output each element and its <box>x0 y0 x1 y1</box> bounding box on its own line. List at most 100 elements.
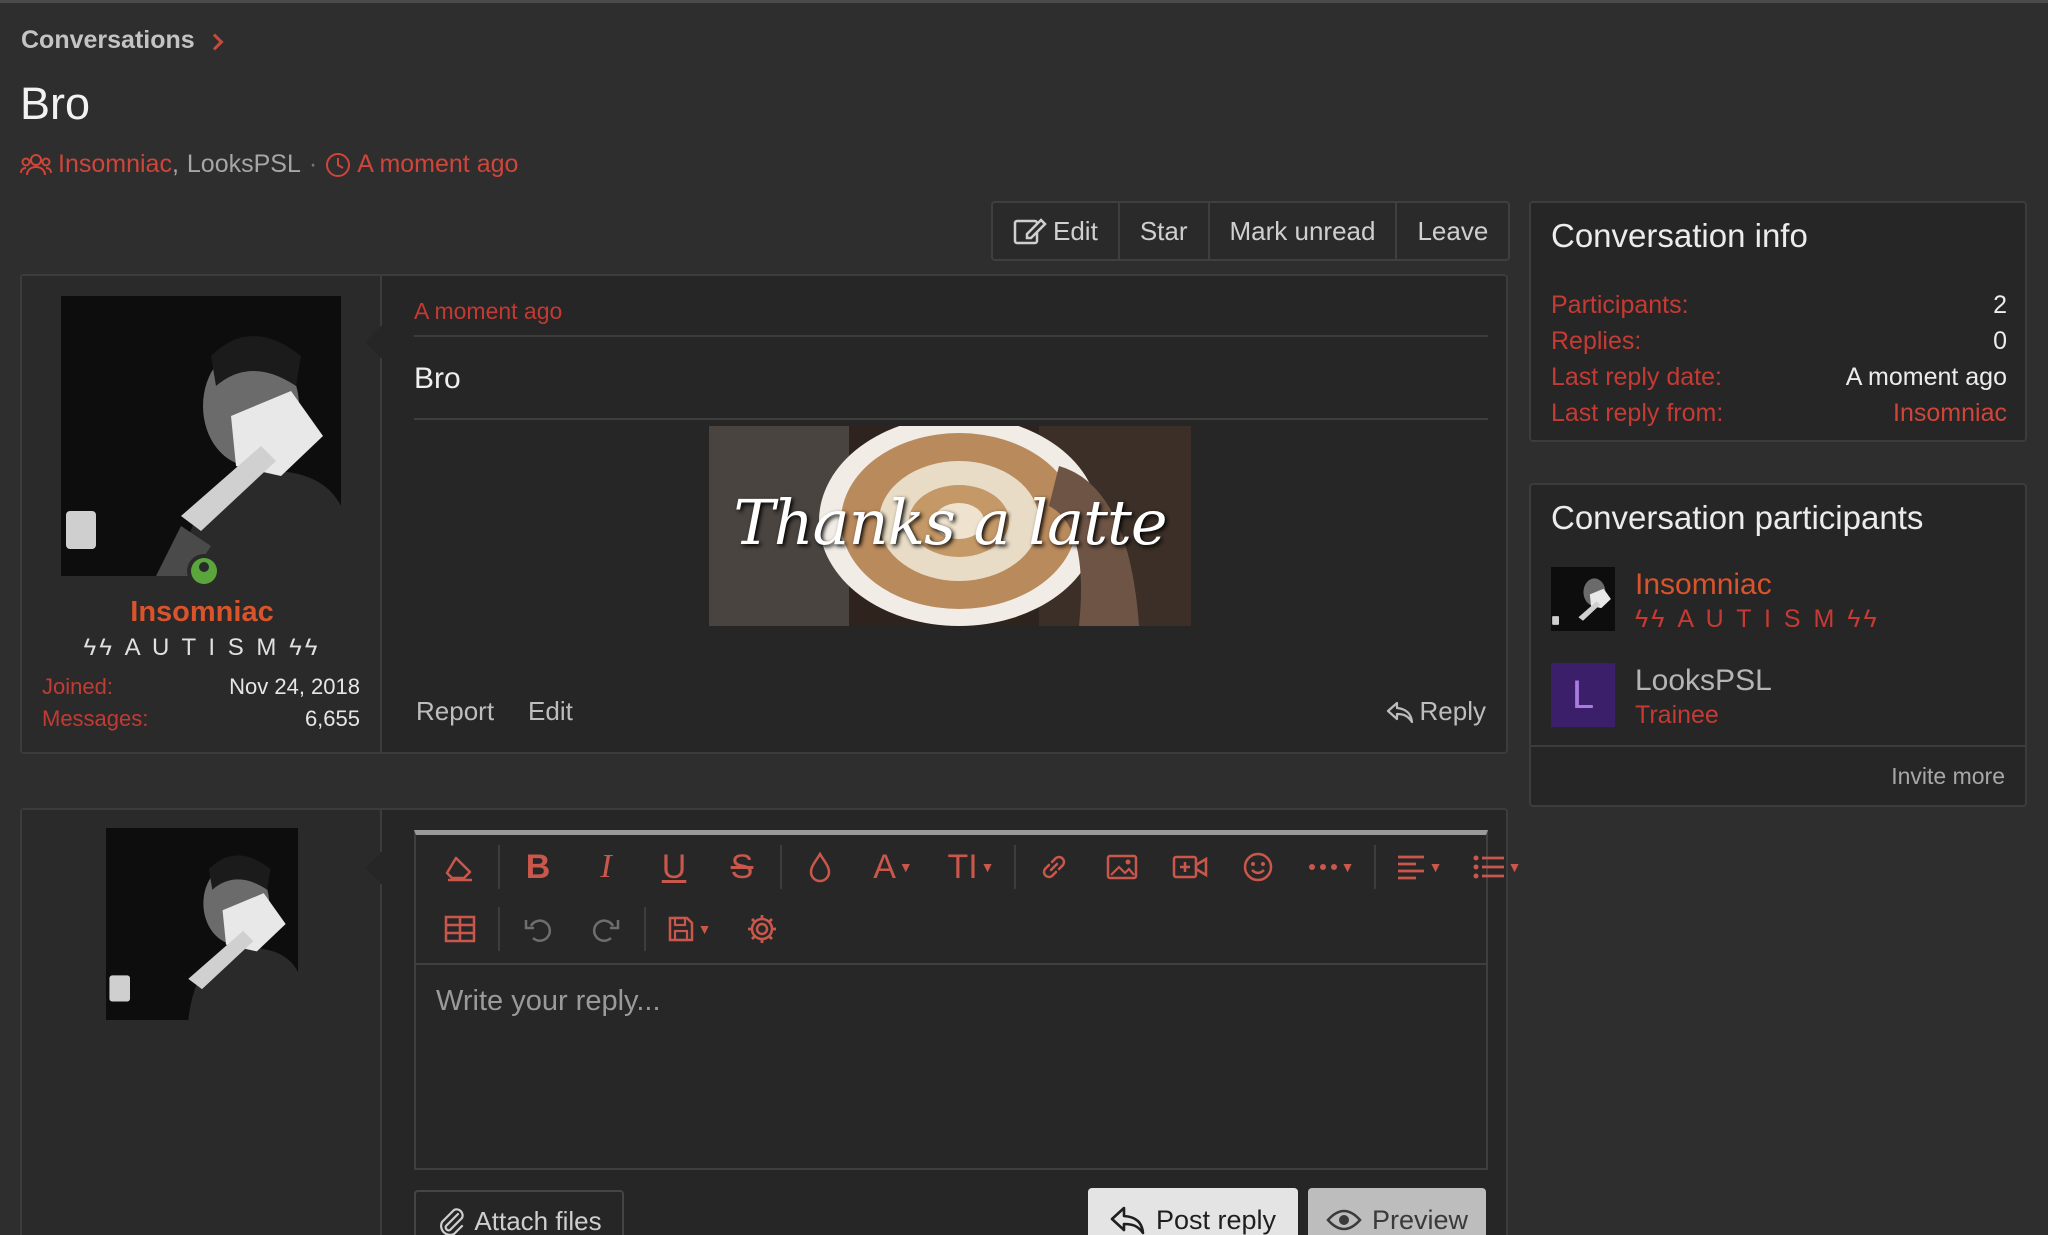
message-divider <box>414 335 1488 337</box>
reply-input[interactable]: Write your reply... <box>436 985 661 1018</box>
underline-button[interactable]: U <box>640 839 708 895</box>
list-button[interactable]: ▼ <box>1458 839 1536 895</box>
conversation-actions: Edit Star Mark unread Leave <box>991 201 1511 261</box>
invite-more-bar: Invite more <box>1531 745 2025 805</box>
conversation-participants-block: Conversation participants Insomniac ϟϟ A… <box>1529 483 2027 807</box>
toolbar-separator <box>644 907 646 951</box>
joined-stat: Joined: Nov 24, 2018 <box>42 674 360 700</box>
caret-down-icon: ▼ <box>1507 859 1522 875</box>
avatar[interactable] <box>61 296 341 576</box>
insert-image-button[interactable] <box>1088 839 1156 895</box>
align-button[interactable]: ▼ <box>1380 839 1458 895</box>
participants-title: Conversation participants <box>1551 499 1924 536</box>
message-body: A moment ago Bro Thanks a latte Report E… <box>414 276 1488 752</box>
reply-icon <box>1386 701 1413 723</box>
report-link[interactable]: Report <box>416 696 494 727</box>
info-row-last-reply-date: Last reply date: A moment ago <box>1551 363 2007 392</box>
caret-down-icon: ▼ <box>898 859 913 875</box>
author-title: ϟϟ A U T I S M ϟϟ <box>83 634 321 661</box>
participant-separator: , <box>171 150 179 178</box>
editor-settings-button[interactable] <box>728 901 796 957</box>
info-row-last-reply-from: Last reply from: Insomniac <box>1551 399 2007 428</box>
info-value[interactable]: A moment ago <box>1846 363 2007 392</box>
participant-item-lookspsl: L LooksPSL Trainee <box>1551 663 1772 731</box>
undo-button[interactable] <box>504 901 572 957</box>
author-name[interactable]: Insomniac <box>22 596 382 629</box>
ellipsis-icon <box>1308 864 1337 870</box>
avatar[interactable] <box>106 828 298 1020</box>
edit-message-link[interactable]: Edit <box>528 696 573 727</box>
edit-button[interactable]: Edit <box>993 203 1120 259</box>
top-divider <box>0 0 2048 3</box>
reply-card: B I U S A ▼ TI ▼ ▼ ▼ ▼ ▼ Write your repl… <box>20 808 1521 1235</box>
strikethrough-button[interactable]: S <box>708 839 776 895</box>
toolbar-separator <box>498 845 500 889</box>
toolbar-row-2: ▼ <box>426 901 796 957</box>
breadcrumb[interactable]: Conversations <box>21 26 224 55</box>
font-family-icon: A <box>873 847 896 886</box>
bold-button[interactable]: B <box>504 839 572 895</box>
eraser-icon <box>445 856 472 882</box>
invite-more-link[interactable]: Invite more <box>1891 763 2005 790</box>
drafts-button[interactable]: ▼ <box>650 901 728 957</box>
reply-user-panel <box>22 810 382 1235</box>
participant-link-insomniac[interactable]: Insomniac <box>58 150 172 179</box>
font-family-button[interactable]: A ▼ <box>854 839 932 895</box>
info-value: 2 <box>1993 291 2007 319</box>
conversation-info-title: Conversation info <box>1551 217 1808 254</box>
info-value-user-link[interactable]: Insomniac <box>1893 399 2007 428</box>
reply-link[interactable]: Reply <box>1386 696 1486 727</box>
message-card: Insomniac ϟϟ A U T I S M ϟϟ Joined: Nov … <box>20 274 1508 754</box>
breadcrumb-conversations[interactable]: Conversations <box>21 26 195 55</box>
info-label: Last reply date: <box>1551 363 1722 391</box>
toolbar-separator <box>780 845 782 889</box>
align-left-icon <box>1397 855 1424 880</box>
image-icon <box>1106 854 1138 880</box>
avatar[interactable]: L <box>1551 663 1615 727</box>
joined-value: Nov 24, 2018 <box>229 674 360 699</box>
insert-video-button[interactable] <box>1156 839 1224 895</box>
insert-link-button[interactable] <box>1020 839 1088 895</box>
strikethrough-icon: S <box>730 847 754 886</box>
text-color-button[interactable] <box>786 839 854 895</box>
insert-table-button[interactable] <box>426 901 494 957</box>
eye-icon <box>1326 1209 1362 1231</box>
reply-editor: B I U S A ▼ TI ▼ ▼ ▼ ▼ ▼ Write your repl… <box>414 830 1521 1170</box>
emoji-button[interactable] <box>1224 839 1292 895</box>
info-label: Participants: <box>1551 291 1689 319</box>
post-reply-button[interactable]: Post reply <box>1088 1188 1298 1235</box>
participant-text: Insomniac ϟϟ A U T I S M ϟϟ <box>1635 567 1880 635</box>
participant-name[interactable]: LooksPSL <box>1635 663 1772 699</box>
font-size-button[interactable]: TI ▼ <box>932 839 1010 895</box>
gear-icon <box>748 915 776 943</box>
redo-button[interactable] <box>572 901 640 957</box>
preview-button[interactable]: Preview <box>1308 1188 1486 1235</box>
underline-icon: U <box>661 847 687 886</box>
toolbar-row-1: B I U S A ▼ TI ▼ ▼ ▼ ▼ <box>426 839 1536 895</box>
remove-format-button[interactable] <box>426 839 494 895</box>
attach-files-button[interactable]: Attach files <box>414 1190 624 1235</box>
mark-unread-button[interactable]: Mark unread <box>1210 203 1398 259</box>
messages-label: Messages: <box>42 706 149 731</box>
save-icon <box>668 916 693 942</box>
toolbar-separator <box>1374 845 1376 889</box>
post-reply-label: Post reply <box>1155 1204 1277 1235</box>
info-row-participants: Participants: 2 <box>1551 291 2007 320</box>
latte-gif[interactable]: Thanks a latte <box>709 426 1191 626</box>
message-pointer <box>365 324 383 360</box>
table-icon <box>444 915 476 943</box>
undo-icon <box>524 919 552 942</box>
message-date[interactable]: A moment ago <box>414 298 562 325</box>
participant-name[interactable]: Insomniac <box>1635 567 1880 603</box>
participant-title: ϟϟ A U T I S M ϟϟ <box>1635 605 1880 633</box>
more-options-button[interactable]: ▼ <box>1292 839 1370 895</box>
avatar[interactable] <box>1551 567 1615 631</box>
italic-button[interactable]: I <box>572 839 640 895</box>
leave-button[interactable]: Leave <box>1397 203 1508 259</box>
message-text: Bro <box>414 362 461 395</box>
participant-link-lookspsl[interactable]: LooksPSL <box>187 150 301 179</box>
chevron-right-icon <box>206 33 224 50</box>
conversation-time[interactable]: A moment ago <box>357 150 518 179</box>
star-button[interactable]: Star <box>1120 203 1210 259</box>
font-size-icon: TI <box>947 847 978 886</box>
